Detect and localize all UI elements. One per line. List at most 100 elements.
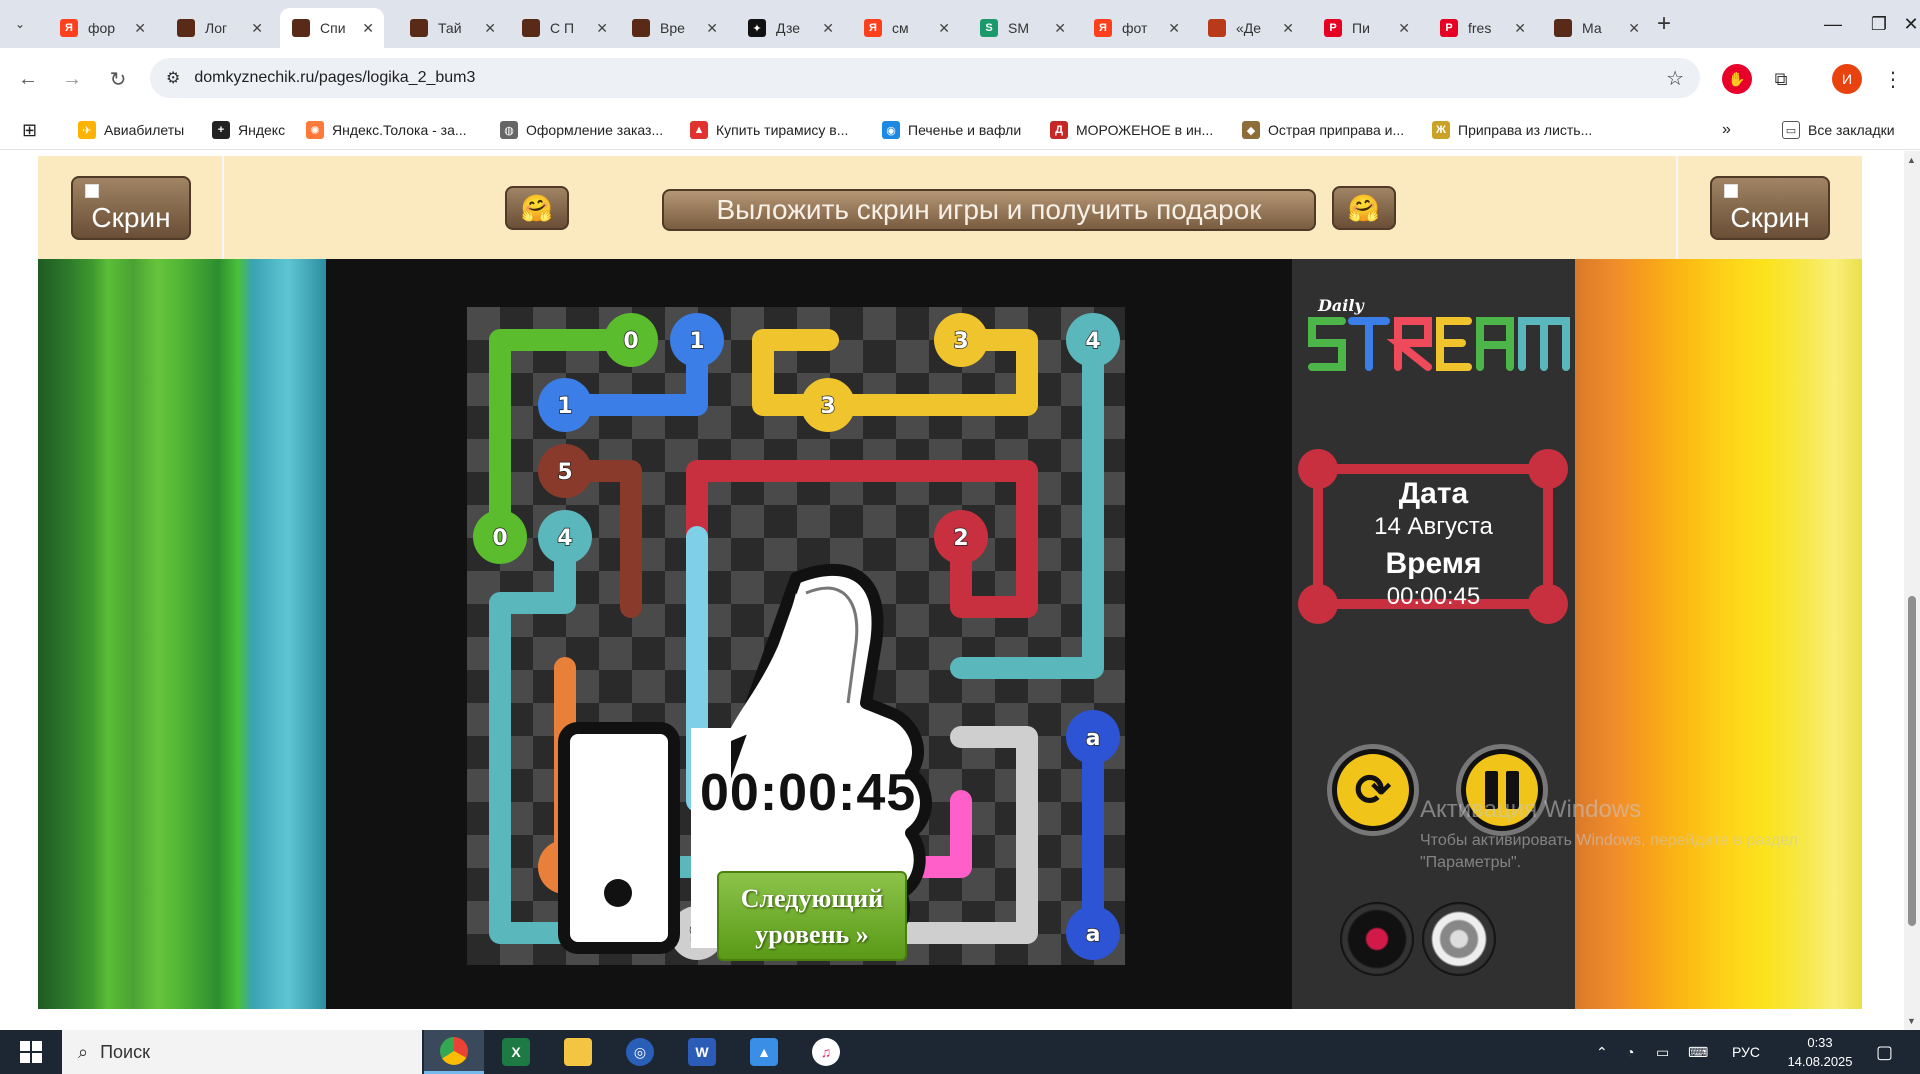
tab-2[interactable]: Спи ✕ — [280, 8, 384, 48]
flow-endpoint[interactable]: 3 — [934, 313, 988, 367]
flow-endpoint[interactable]: 1 — [670, 313, 724, 367]
start-button[interactable] — [0, 1030, 62, 1074]
bookmark-item[interactable]: ▲ Купить тирамису в... — [690, 110, 848, 150]
app-icon: ◎ — [626, 1038, 654, 1066]
keyboard-icon[interactable]: ⌨ — [1688, 1030, 1708, 1074]
tab-close-icon[interactable]: ✕ — [822, 20, 834, 37]
flow-endpoint[interactable]: 0 — [473, 510, 527, 564]
screenshot-button-right[interactable]: Скрин — [1710, 176, 1830, 240]
extensions-puzzle-icon[interactable]: ⧉ — [1766, 64, 1796, 94]
bookmark-item[interactable]: ✈ Авиабилеты — [78, 110, 184, 150]
tab-close-icon[interactable]: ✕ — [938, 20, 950, 37]
site-info-icon[interactable]: ⚙ — [166, 68, 180, 88]
all-bookmarks-button[interactable]: ▭ Все закладки — [1782, 110, 1895, 150]
flow-endpoint[interactable]: 3 — [801, 378, 855, 432]
notifications-icon[interactable]: ▢ — [1876, 1030, 1893, 1074]
bookmark-item[interactable]: ◉ Печенье и вафли — [882, 110, 1021, 150]
taskbar-itunes[interactable]: ♫ — [796, 1030, 856, 1074]
tab-close-icon[interactable]: ✕ — [1514, 20, 1526, 37]
back-button[interactable]: ← — [12, 63, 44, 95]
taskbar-explorer[interactable] — [548, 1030, 608, 1074]
activation-title: Активация Windows — [1420, 796, 1642, 823]
new-tab-button[interactable]: + — [1650, 10, 1678, 38]
tab-11[interactable]: P Пи ✕ — [1312, 8, 1420, 48]
tab-13[interactable]: Ма ✕ — [1542, 8, 1650, 48]
bookmark-item[interactable]: Д МОРОЖЕНОЕ в ин... — [1050, 110, 1213, 150]
tab-12[interactable]: Pfres ✕ — [1428, 8, 1536, 48]
minimize-button[interactable]: — — [1810, 8, 1856, 40]
tab-5[interactable]: Вре ✕ — [620, 8, 728, 48]
show-hidden-icons-chevron-icon[interactable]: ⌃ — [1596, 1030, 1608, 1074]
hug-emoji-icon[interactable]: 🤗 — [505, 186, 569, 230]
tab-3[interactable]: Тай ✕ — [398, 8, 506, 48]
tab-6[interactable]: ✦ Дзе ✕ — [736, 8, 844, 48]
scroll-up-arrow-icon[interactable]: ▲ — [1907, 155, 1916, 165]
system-clock[interactable]: 0:33 14.08.2025 — [1780, 1033, 1860, 1071]
bookmark-item[interactable]: Ж Приправа из листь... — [1432, 110, 1592, 150]
taskbar-search[interactable]: ⌕ Поиск — [62, 1030, 422, 1074]
scrollbar-thumb[interactable] — [1908, 596, 1916, 926]
restart-button[interactable]: ⟳ — [1327, 744, 1419, 836]
next-level-button[interactable]: Следующий уровень » — [717, 871, 907, 961]
taskbar-word[interactable]: W — [672, 1030, 732, 1074]
tab-7[interactable]: Ясм ✕ — [852, 8, 960, 48]
broken-image-icon — [1724, 184, 1738, 198]
tab-0[interactable]: Яфор ✕ — [48, 8, 156, 48]
tab-close-icon[interactable]: ✕ — [362, 20, 374, 37]
more-bookmarks-chevron-icon[interactable]: » — [1722, 110, 1731, 150]
tab-close-icon[interactable]: ✕ — [1168, 20, 1180, 37]
bookmark-item[interactable]: + Яндекс — [212, 110, 285, 150]
tab-10[interactable]: «Де ✕ — [1196, 8, 1304, 48]
flow-endpoint[interactable]: 4 — [1066, 313, 1120, 367]
tab-close-icon[interactable]: ✕ — [484, 20, 496, 37]
close-window-button[interactable]: ✕ — [1902, 8, 1920, 40]
bookmark-item[interactable]: ✺ Яндекс.Толока - за... — [306, 110, 467, 150]
tab-search-button[interactable]: ⌄ — [6, 10, 34, 38]
taskbar-chrome[interactable] — [424, 1030, 484, 1074]
tab-close-icon[interactable]: ✕ — [1054, 20, 1066, 37]
tab-close-icon[interactable]: ✕ — [706, 20, 718, 37]
hug-emoji-icon[interactable]: 🤗 — [1332, 186, 1396, 230]
tab-1[interactable]: Лог ✕ — [165, 8, 273, 48]
tab-9[interactable]: Яфот ✕ — [1082, 8, 1190, 48]
sound-toggle-button[interactable] — [1422, 902, 1496, 976]
screenshot-button-label: Скрин — [1730, 202, 1810, 233]
tab-4[interactable]: С П ✕ — [510, 8, 618, 48]
flow-endpoint[interactable]: a — [1066, 906, 1120, 960]
taskbar-excel[interactable]: X — [486, 1030, 546, 1074]
taskbar-app[interactable]: ◎ — [610, 1030, 670, 1074]
tab-close-icon[interactable]: ✕ — [251, 20, 263, 37]
flow-endpoint[interactable]: 1 — [538, 378, 592, 432]
reload-button[interactable]: ↻ — [102, 63, 134, 95]
page-scrollbar[interactable]: ▲ ▼ — [1904, 151, 1920, 1030]
forward-button[interactable]: → — [56, 63, 88, 95]
yandex-icon: Я — [60, 19, 78, 37]
battery-icon[interactable]: ▭ — [1656, 1030, 1669, 1074]
profile-avatar[interactable]: И — [1832, 64, 1862, 94]
taskbar-photos[interactable]: ▲ — [734, 1030, 794, 1074]
restore-button[interactable]: ❐ — [1856, 8, 1902, 40]
tab-close-icon[interactable]: ✕ — [134, 20, 146, 37]
tab-8[interactable]: S SM ✕ — [968, 8, 1076, 48]
adblock-extension-icon[interactable]: ✋ — [1722, 64, 1752, 94]
address-bar[interactable]: ⚙ domkyznechik.ru/pages/logika_2_bum3 ☆ — [150, 58, 1700, 98]
flow-endpoint[interactable]: a — [1066, 710, 1120, 764]
screenshot-button-left[interactable]: Скрин — [71, 176, 191, 240]
share-screenshot-banner[interactable]: Выложить скрин игры и получить подарок — [662, 189, 1316, 231]
apps-grid-icon[interactable]: ⊞ — [22, 110, 37, 150]
tab-close-icon[interactable]: ✕ — [1398, 20, 1410, 37]
flow-endpoint[interactable]: 5 — [538, 444, 592, 498]
bookmark-item[interactable]: ◆ Острая приправа и... — [1242, 110, 1404, 150]
flow-endpoint[interactable]: 0 — [604, 313, 658, 367]
chrome-menu-icon[interactable]: ⋮ — [1878, 64, 1908, 94]
tab-close-icon[interactable]: ✕ — [1282, 20, 1294, 37]
tab-close-icon[interactable]: ✕ — [596, 20, 608, 37]
bookmark-star-icon[interactable]: ☆ — [1666, 66, 1684, 91]
scroll-down-arrow-icon[interactable]: ▼ — [1907, 1016, 1916, 1026]
bookmark-item[interactable]: ◍ Оформление заказ... — [500, 110, 663, 150]
network-icon[interactable]: ◔ — [1626, 1030, 1634, 1074]
language-indicator[interactable]: РУС — [1732, 1030, 1760, 1074]
clock-date: 14.08.2025 — [1787, 1054, 1853, 1069]
record-button[interactable] — [1340, 902, 1414, 976]
tab-close-icon[interactable]: ✕ — [1628, 20, 1640, 37]
